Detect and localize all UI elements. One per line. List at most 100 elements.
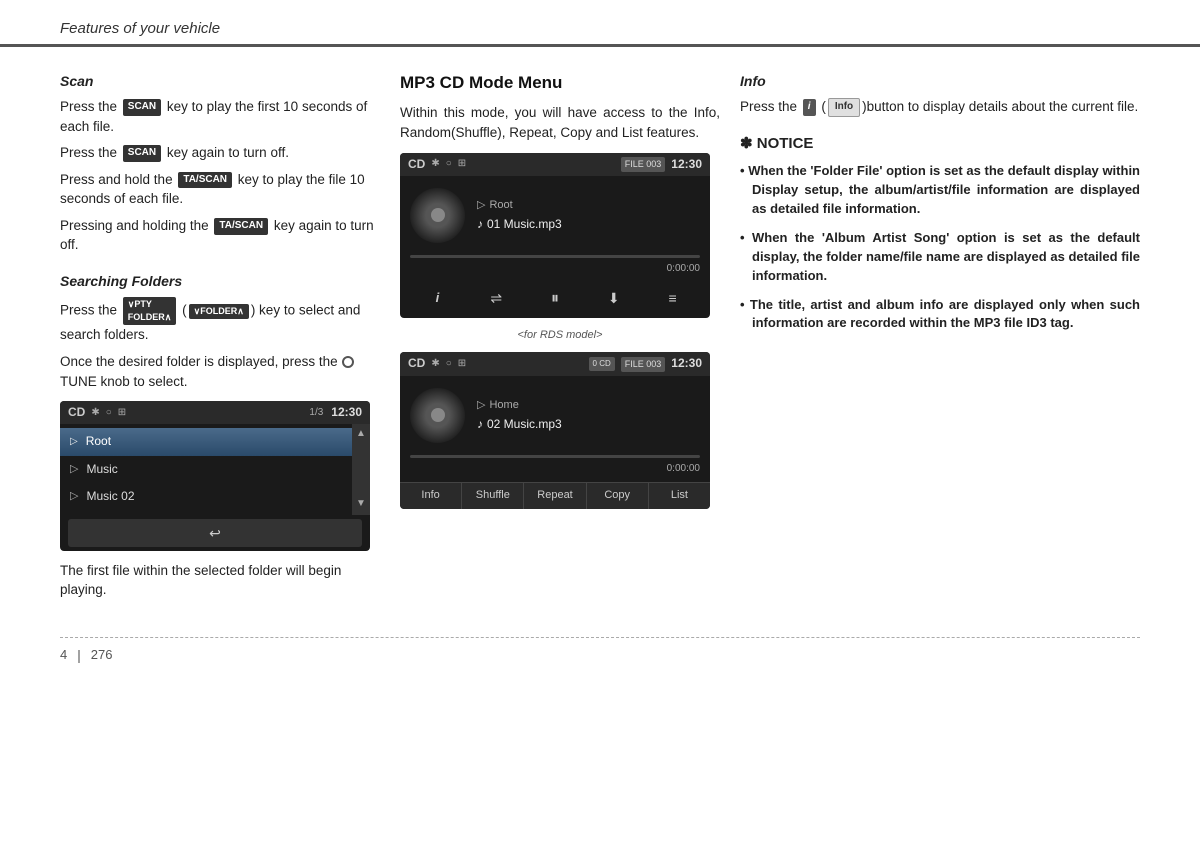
folder-music02-icon: ▷ [70, 489, 78, 505]
screen-time-bottom: 12:30 [671, 355, 702, 372]
screen-top-topbar: CD ✱ ○ ⊞ FILE 003 12:30 [400, 153, 710, 176]
info-section: Info Press the i (Info)button to display… [740, 71, 1140, 117]
menu-list-btn[interactable]: List [649, 483, 710, 509]
screen-bottom-topbar: CD ✱ ○ ⊞ 0 CD FILE 003 12:30 [400, 352, 710, 375]
shuffle-btn-top[interactable]: ⇌ [482, 286, 510, 310]
folder-name-bottom: Home [489, 398, 518, 414]
notice-item-1: • When the 'Folder File' option is set a… [740, 162, 1140, 219]
file-badge-bottom: FILE 003 [621, 357, 666, 372]
album-art-center-b [431, 408, 445, 422]
scan-para-1: Press the SCAN key to play the first 10 … [60, 97, 380, 136]
music-note-icon-b: ♪ [477, 416, 483, 433]
folder-scrollbar: ▲ ▼ [352, 424, 370, 514]
track-folder-top: ▷ Root [477, 198, 700, 214]
folder-topbar: CD ✱ ○ ⊞ 1/3 12:30 [60, 401, 370, 424]
track-name-top: ♪ 01 Music.mp3 [477, 216, 700, 233]
folder-music-label: Music [86, 461, 117, 478]
folder-music-icon: ▷ [70, 462, 78, 478]
screen-menubar: Info Shuffle Repeat Copy List [400, 482, 710, 509]
folder-item-music02: ▷ Music 02 [60, 483, 370, 510]
folder-music02-label: Music 02 [86, 488, 134, 505]
folder-item-music: ▷ Music [60, 456, 370, 483]
menu-repeat-btn[interactable]: Repeat [524, 483, 586, 509]
mp3-mode-title: MP3 CD Mode Menu [400, 71, 720, 96]
screen-bottom: CD ✱ ○ ⊞ 0 CD FILE 003 12:30 ▷ [400, 352, 710, 509]
time-display-bottom: 0:00:00 [400, 462, 710, 483]
content-area: Scan Press the SCAN key to play the firs… [0, 47, 1200, 627]
topbar-right: 1/3 12:30 [309, 404, 362, 421]
searching-para-2: Once the desired folder is displayed, pr… [60, 352, 380, 391]
info-title: Info [740, 71, 1140, 91]
topbar-left-bottom: CD ✱ ○ ⊞ [408, 355, 466, 372]
playback-controls-top: i ⇌ ⏸ ⬇ ≡ [400, 282, 710, 318]
page-title: Features of your vehicle [60, 20, 220, 37]
screen-cd-label-b: CD [408, 355, 425, 372]
folder-list: ▷ Root ▷ Music ▷ Music 02 [60, 424, 370, 514]
folder-arrow-icon: ▷ [477, 198, 485, 214]
folder-page-count: 1/3 [309, 406, 323, 421]
searching-section: Searching Folders Press the ∨PTYFOLDER∧ … [60, 271, 380, 391]
info-btn-top[interactable]: i [423, 286, 451, 310]
album-art-center [431, 208, 445, 222]
scan-key-1: SCAN [123, 99, 161, 116]
tascan-key-1: TA/SCAN [178, 172, 232, 189]
screen-bt-icon-b: ✱ [431, 357, 439, 372]
folder-root-label: Root [86, 433, 111, 450]
screen-bt-icon: ✱ [431, 157, 439, 172]
scroll-up-icon: ▲ [356, 427, 366, 442]
scan-para-2: Press the SCAN key again to turn off. [60, 143, 380, 163]
pause-btn-top[interactable]: ⏸ [541, 286, 569, 310]
album-art-top [410, 188, 465, 243]
tascan-key-2: TA/SCAN [214, 218, 268, 235]
progress-bg-bottom [410, 455, 700, 458]
notice-section: ✽ NOTICE • When the 'Folder File' option… [740, 133, 1140, 334]
progress-bar-top [400, 255, 710, 262]
mp3-mode-desc: Within this mode, you will have access t… [400, 103, 720, 142]
track-name-bottom: ♪ 02 Music.mp3 [477, 416, 700, 433]
page-number-right: 276 [91, 646, 113, 665]
scan-key-2: SCAN [123, 145, 161, 162]
time-display-top: 0:00:00 [400, 262, 710, 283]
scan-section: Scan Press the SCAN key to play the firs… [60, 71, 380, 255]
info-key-label: Info [828, 98, 860, 117]
screen-cd-icon-b: ○ [446, 357, 452, 372]
info-text: Press the i (Info)button to display deta… [740, 97, 1140, 117]
info-i-icon: i [808, 100, 811, 115]
page-header: Features of your vehicle [0, 0, 1200, 47]
col-mid: MP3 CD Mode Menu Within this mode, you w… [400, 71, 740, 607]
topbar-right-top: FILE 003 12:30 [621, 156, 702, 173]
page-number-left: 4 [60, 646, 67, 665]
searching-para-1: Press the ∨PTYFOLDER∧ (∨FOLDER∧) key to … [60, 297, 380, 345]
tune-knob-icon [342, 356, 354, 368]
topbar-left: CD ✱ ○ ⊞ [68, 404, 126, 421]
scan-para-3: Press and hold the TA/SCAN key to play t… [60, 170, 380, 209]
page-divider: | [77, 646, 81, 666]
col-left: Scan Press the SCAN key to play the firs… [60, 71, 400, 607]
screen-top: CD ✱ ○ ⊞ FILE 003 12:30 ▷ Root [400, 153, 710, 319]
scan-title: Scan [60, 71, 380, 91]
screen-cd-icon: ○ [446, 157, 452, 172]
topbar-signal-icon: ⊞ [118, 406, 126, 421]
folder-play-icon: ▷ [70, 435, 78, 450]
folder-list-container: ▷ Root ▷ Music ▷ Music 02 ▲ ▼ [60, 424, 370, 514]
topbar-right-bottom: 0 CD FILE 003 12:30 [589, 355, 702, 372]
playback-content-bottom: ▷ Home ♪ 02 Music.mp3 [400, 376, 710, 455]
col-right: Info Press the i (Info)button to display… [740, 71, 1140, 607]
music-note-icon: ♪ [477, 216, 483, 233]
download-btn-top[interactable]: ⬇ [600, 286, 628, 310]
album-art-bottom [410, 388, 465, 443]
menu-copy-btn[interactable]: Copy [587, 483, 649, 509]
track-filename-bottom: 02 Music.mp3 [487, 416, 562, 433]
scroll-down-icon: ▼ [356, 497, 366, 512]
page-footer: 4 | 276 [60, 637, 1140, 666]
screen-cd-label: CD [408, 156, 425, 173]
list-btn-top[interactable]: ≡ [659, 286, 687, 310]
topbar-cd-icon: ○ [106, 406, 112, 421]
topbar-left: CD ✱ ○ ⊞ [408, 156, 466, 173]
file-badge-top: FILE 003 [621, 157, 666, 172]
folder-back-btn[interactable]: ↩ [68, 519, 362, 547]
progress-bar-bottom [400, 455, 710, 462]
menu-info-btn[interactable]: Info [400, 483, 462, 509]
folder-time: 12:30 [331, 404, 362, 421]
menu-shuffle-btn[interactable]: Shuffle [462, 483, 524, 509]
